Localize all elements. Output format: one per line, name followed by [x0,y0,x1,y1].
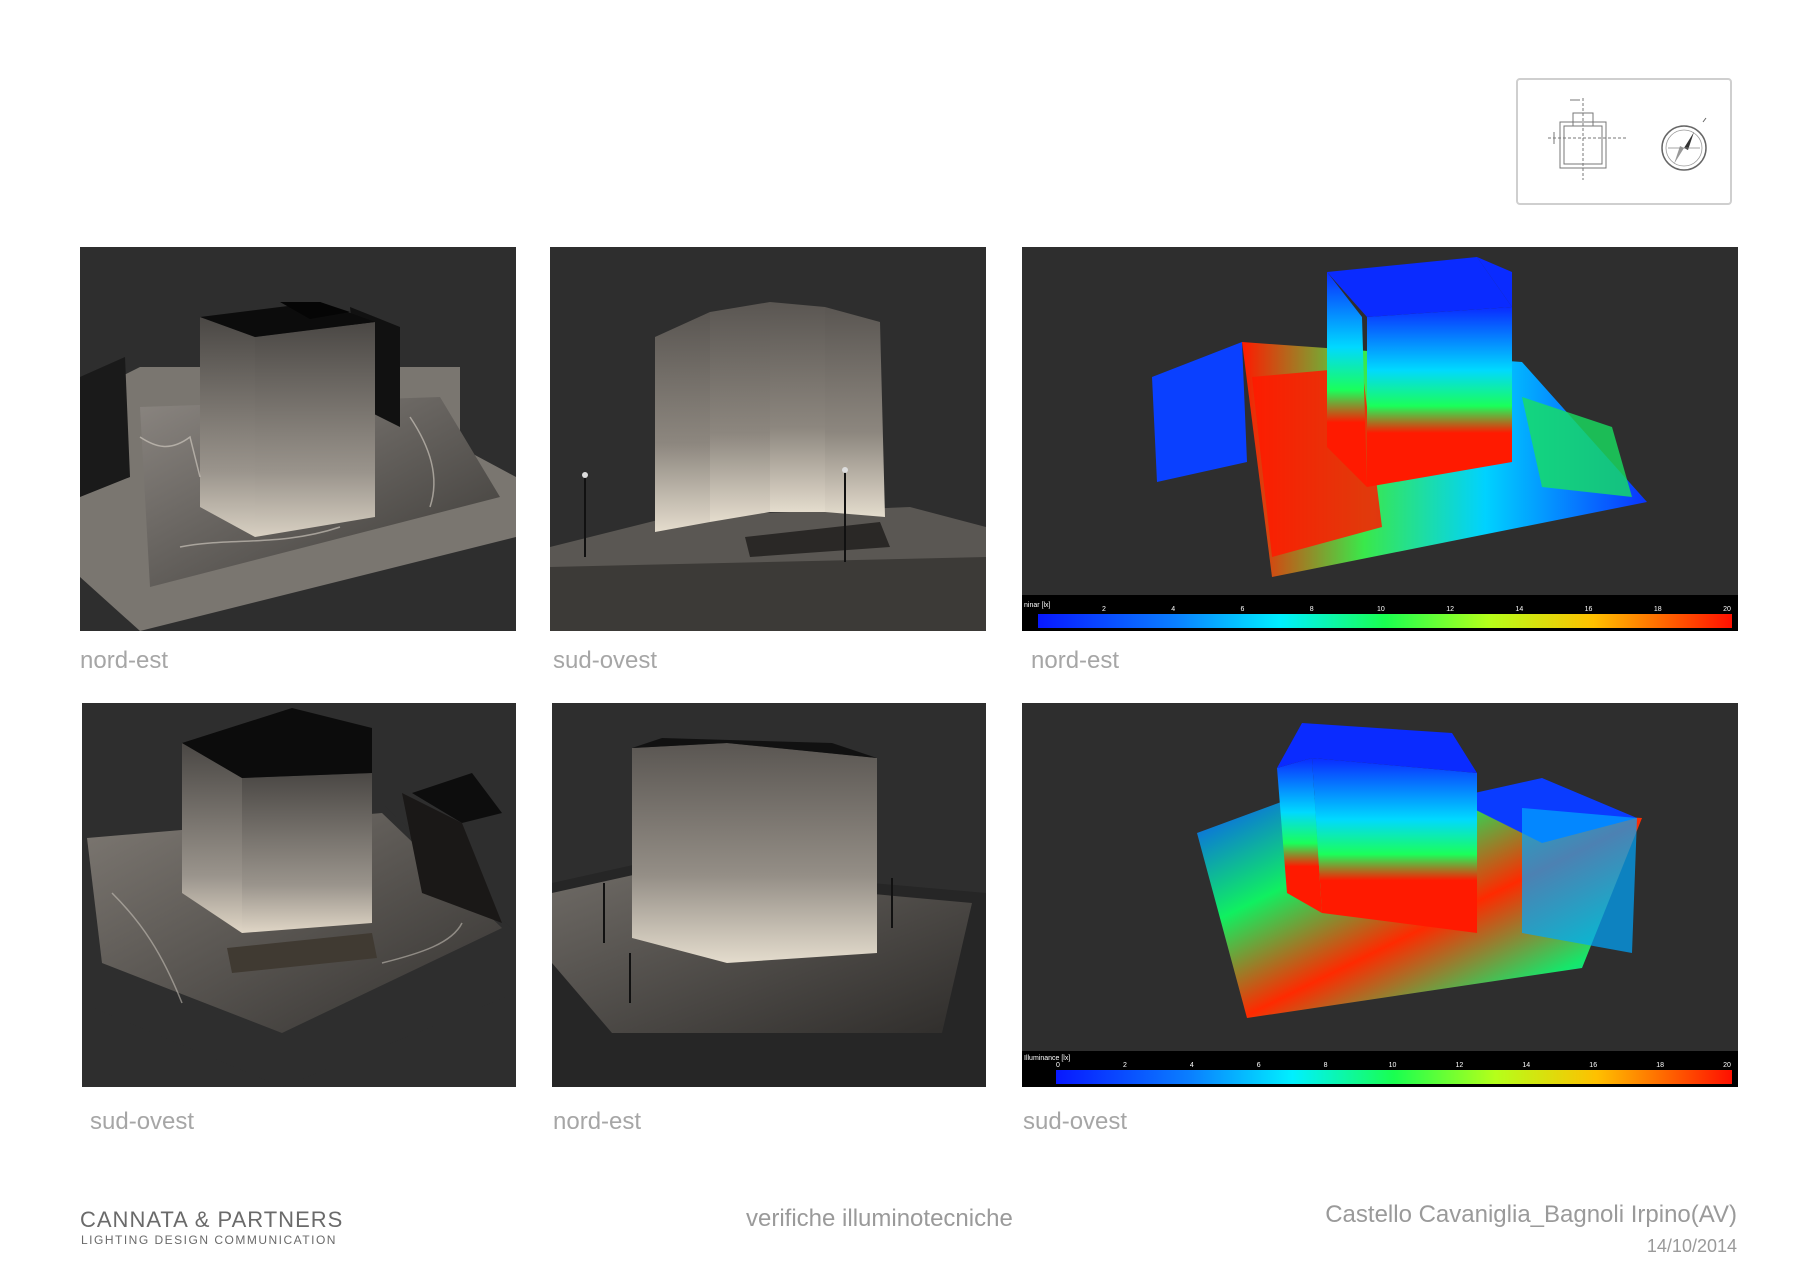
key-plan [1516,78,1732,205]
legend-tick-label: 18 [1654,606,1662,613]
caption-panel-4: sud-ovest [90,1108,195,1135]
caption-panel-6: sud-ovest [1023,1108,1128,1135]
color-scale-bar [1056,1070,1732,1084]
legend-tick-label: 4 [1171,606,1175,613]
caption-panel-5: nord-est [553,1108,642,1135]
document-subject: verifiche illuminotecniche [746,1205,1013,1232]
compass-icon [1661,117,1707,171]
caption-panel-3: nord-est [1031,647,1120,674]
legend-tick-label: 12 [1446,606,1454,613]
legend-tick-label: 16 [1589,1062,1597,1069]
legend-tick-label: 16 [1585,606,1593,613]
render-nord-est-top [80,247,516,631]
render-sud-ovest-bottom [82,703,516,1087]
legend-tick-label: 12 [1456,1062,1464,1069]
falsecolor-sud-ovest: Illuminance [lx] 0 2 4 6 8 10 12 14 16 18 20 [1022,703,1738,1087]
render-image [550,302,986,631]
render-nord-est-bottom [552,703,986,1087]
color-scale-bar [1038,614,1732,628]
legend-tick-label: 18 [1656,1062,1664,1069]
legend-tick-label: 2 [1123,1062,1127,1069]
legend-tick-label: 6 [1257,1062,1261,1069]
legend-tick-label: 8 [1310,606,1314,613]
legend-tick-label: 20 [1723,1062,1731,1069]
legend-tick-label: 14 [1522,1062,1530,1069]
document-date: 14/10/2014 [1646,1236,1737,1256]
legend-tick-label: 2 [1102,606,1106,613]
legend-tick-label: 0 [1056,1062,1060,1069]
render-image [552,738,986,1087]
legend-tick-label: 6 [1240,606,1244,613]
project-title: Castello Cavaniglia_Bagnoli Irpino(AV) [1325,1201,1737,1228]
company-logo-name: CANNATA & PARTNERS [80,1207,344,1232]
legend-tick-label: 10 [1377,606,1385,613]
legend-tick-label: 8 [1324,1062,1328,1069]
legend-tick-label: 14 [1515,606,1523,613]
falsecolor-image: ninar [lx] 2 4 6 8 10 12 14 16 18 20 [1022,257,1738,631]
legend-tick-label: 4 [1190,1062,1194,1069]
company-logo-tagline: LIGHTING DESIGN COMMUNICATION [81,1233,337,1247]
render-image [82,708,516,1087]
key-plan-drawing [1548,98,1707,180]
falsecolor-nord-est: ninar [lx] 2 4 6 8 10 12 14 16 18 20 [1022,247,1738,631]
caption-panel-1: nord-est [80,647,169,674]
legend-tick-label: 20 [1723,606,1731,613]
legend-label: ninar [lx] [1024,602,1051,609]
falsecolor-image: Illuminance [lx] 0 2 4 6 8 10 12 14 16 18 20 [1022,723,1738,1087]
caption-panel-2: sud-ovest [553,647,658,674]
legend-tick-label: 10 [1389,1062,1397,1069]
render-sud-ovest-top [550,247,986,631]
legend-label: Illuminance [lx] [1024,1055,1070,1062]
render-image [80,302,516,631]
